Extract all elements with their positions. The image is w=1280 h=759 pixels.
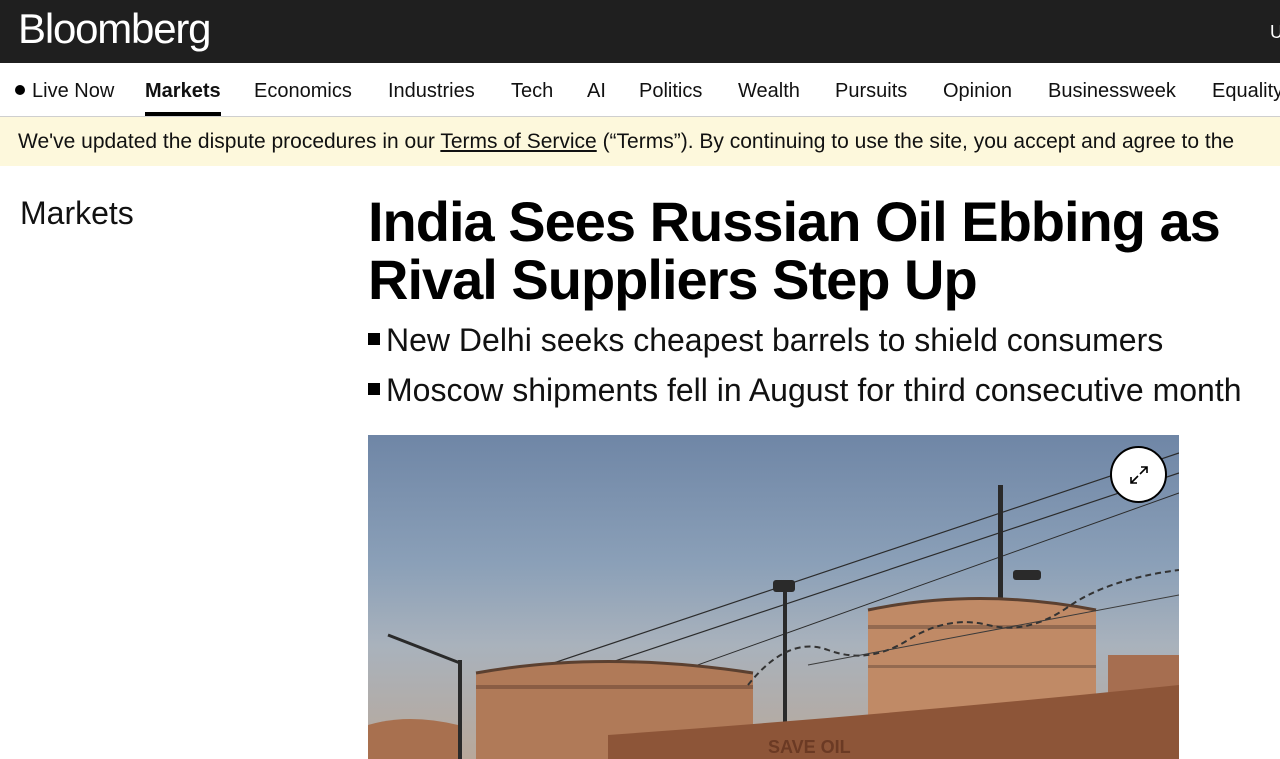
- top-right-cutoff-text[interactable]: U: [1270, 20, 1280, 44]
- tank-sign-text: SAVE OIL: [768, 737, 851, 757]
- article-headline: India Sees Russian Oil Ebbing as Rival S…: [368, 190, 1221, 311]
- terms-notice-banner: We've updated the dispute procedures in …: [0, 117, 1280, 166]
- banner-text: We've updated the dispute procedures in …: [18, 129, 1234, 155]
- summary-bullet: New Delhi seeks cheapest barrels to shie…: [368, 318, 1280, 368]
- nav-item-tech[interactable]: Tech: [511, 79, 553, 103]
- summary-bullets: New Delhi seeks cheapest barrels to shie…: [368, 318, 1280, 418]
- section-label[interactable]: Markets: [20, 193, 134, 233]
- expand-icon: [1129, 465, 1148, 484]
- nav-item-equality[interactable]: Equality: [1212, 79, 1280, 103]
- bloomberg-logo[interactable]: Bloomberg: [18, 5, 212, 53]
- nav-item-opinion[interactable]: Opinion: [943, 79, 1012, 103]
- hero-image[interactable]: SAVE OIL: [368, 435, 1179, 759]
- banner-text-before: We've updated the dispute procedures in …: [18, 130, 441, 153]
- nav-label: Live Now: [32, 80, 115, 102]
- nav-item-businessweek[interactable]: Businessweek: [1048, 79, 1176, 103]
- summary-bullet: Moscow shipments fell in August for thir…: [368, 368, 1280, 418]
- section-nav: Live Now Markets Economics Industries Te…: [0, 63, 1280, 117]
- oil-terminal-photo: SAVE OIL: [368, 452, 1179, 759]
- nav-item-markets[interactable]: Markets: [145, 79, 221, 116]
- top-bar: Bloomberg U: [0, 0, 1280, 63]
- nav-item-wealth[interactable]: Wealth: [738, 79, 800, 103]
- banner-text-after: (“Terms”). By continuing to use the site…: [596, 130, 1235, 153]
- nav-item-politics[interactable]: Politics: [639, 79, 702, 103]
- terms-of-service-link[interactable]: Terms of Service: [440, 130, 596, 153]
- nav-item-live-now[interactable]: Live Now: [15, 79, 114, 103]
- nav-item-ai[interactable]: AI: [587, 79, 606, 103]
- nav-item-pursuits[interactable]: Pursuits: [835, 79, 907, 103]
- nav-item-industries[interactable]: Industries: [388, 79, 475, 103]
- nav-item-economics[interactable]: Economics: [254, 79, 352, 103]
- expand-image-button[interactable]: [1110, 446, 1167, 503]
- live-dot-icon: [15, 85, 25, 95]
